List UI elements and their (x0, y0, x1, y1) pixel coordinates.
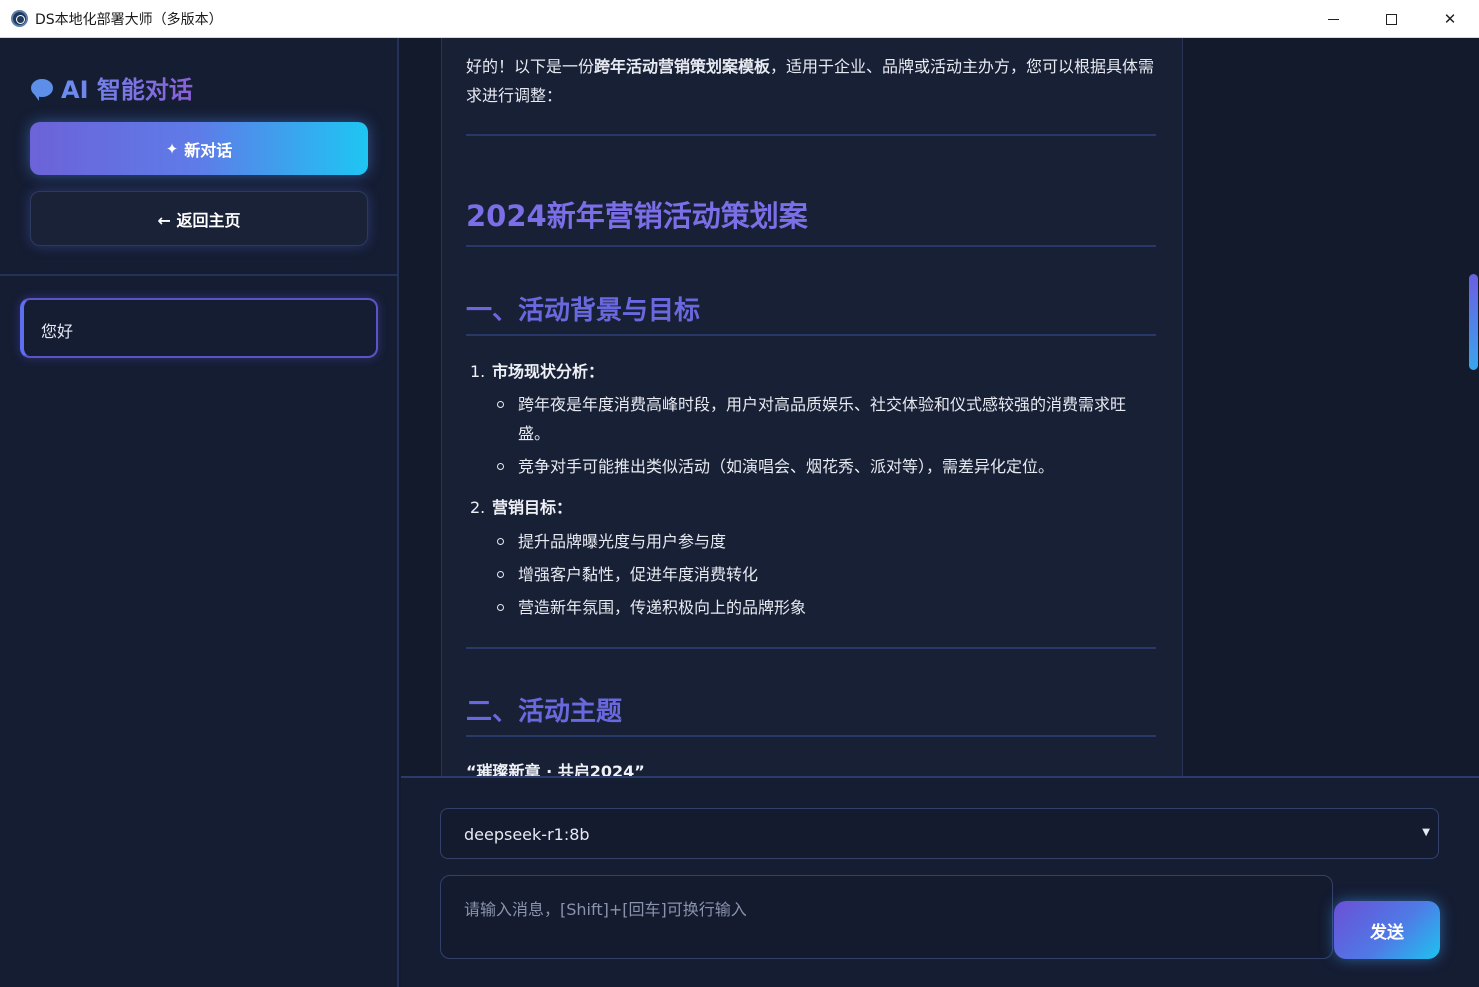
bullet-item: 竞争对手可能推出类似活动（如演唱会、烟花秀、派对等），需差异化定位。 (496, 452, 1156, 481)
new-chat-label: 新对话 (184, 140, 233, 160)
list-item: 1. 市场现状分析： (470, 362, 605, 381)
brand-title: AI 智能对话 (61, 70, 193, 105)
maximize-icon[interactable] (1362, 0, 1420, 38)
close-icon[interactable]: ✕ (1421, 0, 1479, 38)
sidebar: AI 智能对话 ✦ 新对话 ← 返回主页 您好 (0, 38, 399, 987)
bullet-item: 提升品牌曝光度与用户参与度 (496, 527, 1156, 556)
model-select-value: deepseek-r1:8b (464, 825, 590, 844)
bullet-item: 跨年夜是年度消费高峰时段，用户对高品质娱乐、社交体验和仪式感较强的消费需求旺盛。 (496, 390, 1156, 448)
divider (466, 647, 1156, 649)
sidebar-header: AI 智能对话 ✦ 新对话 ← 返回主页 (0, 38, 397, 276)
section-heading: 一、活动背景与目标 (466, 296, 701, 326)
sparkle-icon: ✦ (165, 139, 179, 158)
message-intro: 好的！以下是一份跨年活动营销策划案模板，适用于企业、品牌或活动主办方，您可以根据… (466, 57, 1155, 105)
divider (466, 735, 1156, 737)
window-title: DS本地化部署大师（多版本） (35, 12, 223, 28)
message-input[interactable] (440, 875, 1333, 959)
chat-main: 好的！以下是一份跨年活动营销策划案模板，适用于企业、品牌或活动主办方，您可以根据… (401, 38, 1479, 776)
chat-history-item[interactable]: 您好 (20, 298, 378, 358)
composer: deepseek-r1:8b ▼ 发送 (401, 776, 1479, 987)
doc-title: 2024新年营销活动策划案 (466, 199, 808, 233)
window-titlebar: DS本地化部署大师（多版本） ✕ (0, 0, 1479, 38)
brand: AI 智能对话 (31, 70, 193, 105)
send-button[interactable]: 发送 (1334, 901, 1440, 959)
divider (466, 245, 1156, 247)
scrollbar-thumb[interactable] (1469, 274, 1478, 370)
minimize-icon[interactable] (1304, 0, 1362, 38)
activity-theme: “璀璨新章 · 共启2024” (466, 762, 645, 776)
assistant-message: 好的！以下是一份跨年活动营销策划案模板，适用于企业、品牌或活动主办方，您可以根据… (441, 38, 1183, 776)
new-chat-button[interactable]: ✦ 新对话 (30, 122, 368, 175)
model-select[interactable]: deepseek-r1:8b ▼ (440, 808, 1439, 859)
back-home-button[interactable]: ← 返回主页 (30, 191, 368, 246)
list-item: 2. 营销目标： (470, 498, 573, 517)
bullet-item: 增强客户黏性，促进年度消费转化 (496, 560, 1156, 589)
bullet-item: 营造新年氛围，传递积极向上的品牌形象 (496, 593, 1156, 622)
dropdown-arrow-icon: ▼ (1422, 827, 1430, 838)
app-logo-icon (11, 10, 28, 27)
divider (466, 134, 1156, 136)
chat-bubble-icon (31, 78, 53, 101)
section-heading: 二、活动主题 (466, 697, 623, 727)
divider (466, 334, 1156, 336)
